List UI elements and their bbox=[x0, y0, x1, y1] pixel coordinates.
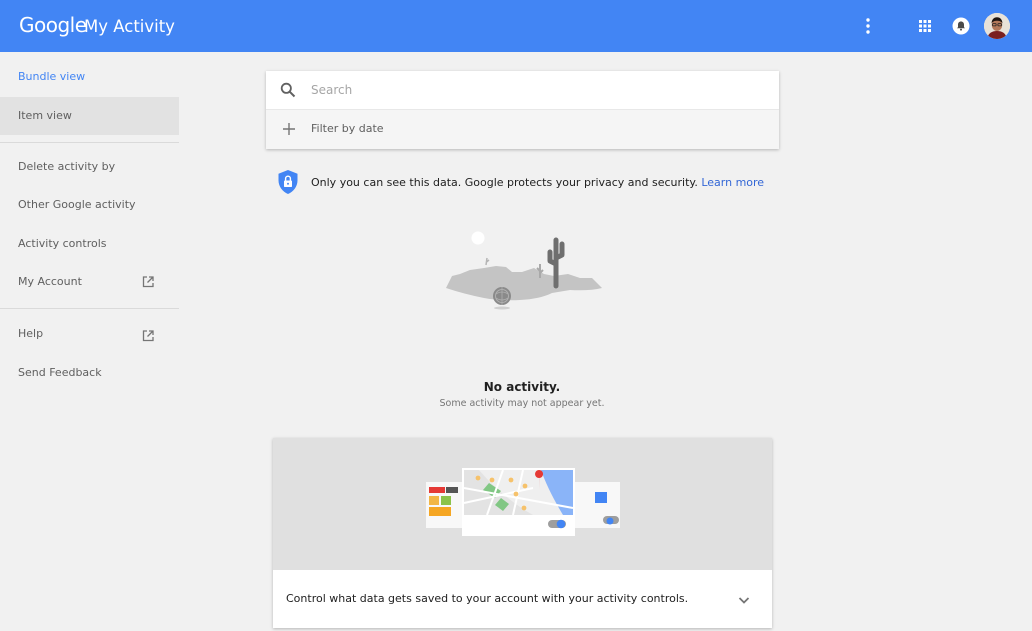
activity-controls-text: Control what data gets saved to your acc… bbox=[286, 592, 689, 605]
activity-controls-illustration bbox=[273, 438, 772, 570]
account-avatar[interactable] bbox=[984, 13, 1010, 39]
shield-lock-icon bbox=[278, 170, 298, 194]
sidebar-item-label: Delete activity by bbox=[18, 160, 116, 173]
add-icon bbox=[283, 123, 295, 135]
sidebar-item-label: Bundle view bbox=[18, 70, 86, 83]
chevron-down-icon[interactable] bbox=[735, 591, 753, 609]
notifications-bell-icon[interactable] bbox=[949, 14, 973, 38]
sidebar-item-label: Item view bbox=[18, 109, 72, 122]
sidebar-item-help[interactable]: Help bbox=[0, 315, 179, 353]
open-in-new-icon bbox=[142, 330, 154, 342]
sidebar-item-bundle-view[interactable]: Bundle view bbox=[0, 58, 179, 96]
empty-desert-illustration bbox=[446, 231, 602, 310]
search-card: Filter by date bbox=[266, 71, 779, 149]
sidebar-item-label: Send Feedback bbox=[18, 366, 102, 379]
sidebar-item-label: Activity controls bbox=[18, 237, 107, 250]
app-header: Google My Activity bbox=[0, 0, 1032, 52]
sidebar-item-send-feedback[interactable]: Send Feedback bbox=[0, 354, 179, 392]
apps-grid-icon[interactable] bbox=[913, 14, 937, 38]
sidebar-item-label: Help bbox=[18, 327, 44, 340]
search-icon[interactable] bbox=[280, 82, 296, 98]
privacy-notice: Only you can see this data. Google prote… bbox=[277, 169, 764, 200]
sidebar-item-other-google-activity[interactable]: Other Google activity bbox=[0, 186, 179, 224]
filter-by-date-button[interactable]: Filter by date bbox=[266, 110, 779, 149]
google-logo[interactable]: Google bbox=[19, 13, 87, 37]
sidebar-item-activity-controls[interactable]: Activity controls bbox=[0, 225, 179, 263]
sidebar-item-label: Other Google activity bbox=[18, 198, 136, 211]
sidebar-divider bbox=[0, 142, 179, 143]
sidebar-divider bbox=[0, 308, 179, 309]
more-vert-icon[interactable] bbox=[856, 14, 880, 38]
activity-controls-card[interactable]: Control what data gets saved to your acc… bbox=[273, 438, 772, 628]
privacy-text: Only you can see this data. Google prote… bbox=[311, 176, 698, 189]
sidebar-item-my-account[interactable]: My Account bbox=[0, 263, 179, 301]
sidebar-item-item-view[interactable]: Item view bbox=[0, 97, 179, 135]
search-bar bbox=[266, 71, 779, 110]
empty-state-title: No activity. bbox=[483, 380, 561, 394]
sidebar-item-label: My Account bbox=[18, 275, 82, 288]
learn-more-link[interactable]: Learn more bbox=[701, 176, 764, 189]
product-title[interactable]: My Activity bbox=[84, 17, 175, 36]
sidebar-item-delete-activity[interactable]: Delete activity by bbox=[0, 148, 179, 186]
search-input[interactable] bbox=[311, 79, 751, 101]
empty-state-subtitle: Some activity may not appear yet. bbox=[439, 398, 605, 409]
open-in-new-icon bbox=[142, 276, 154, 288]
filter-label: Filter by date bbox=[311, 122, 384, 135]
